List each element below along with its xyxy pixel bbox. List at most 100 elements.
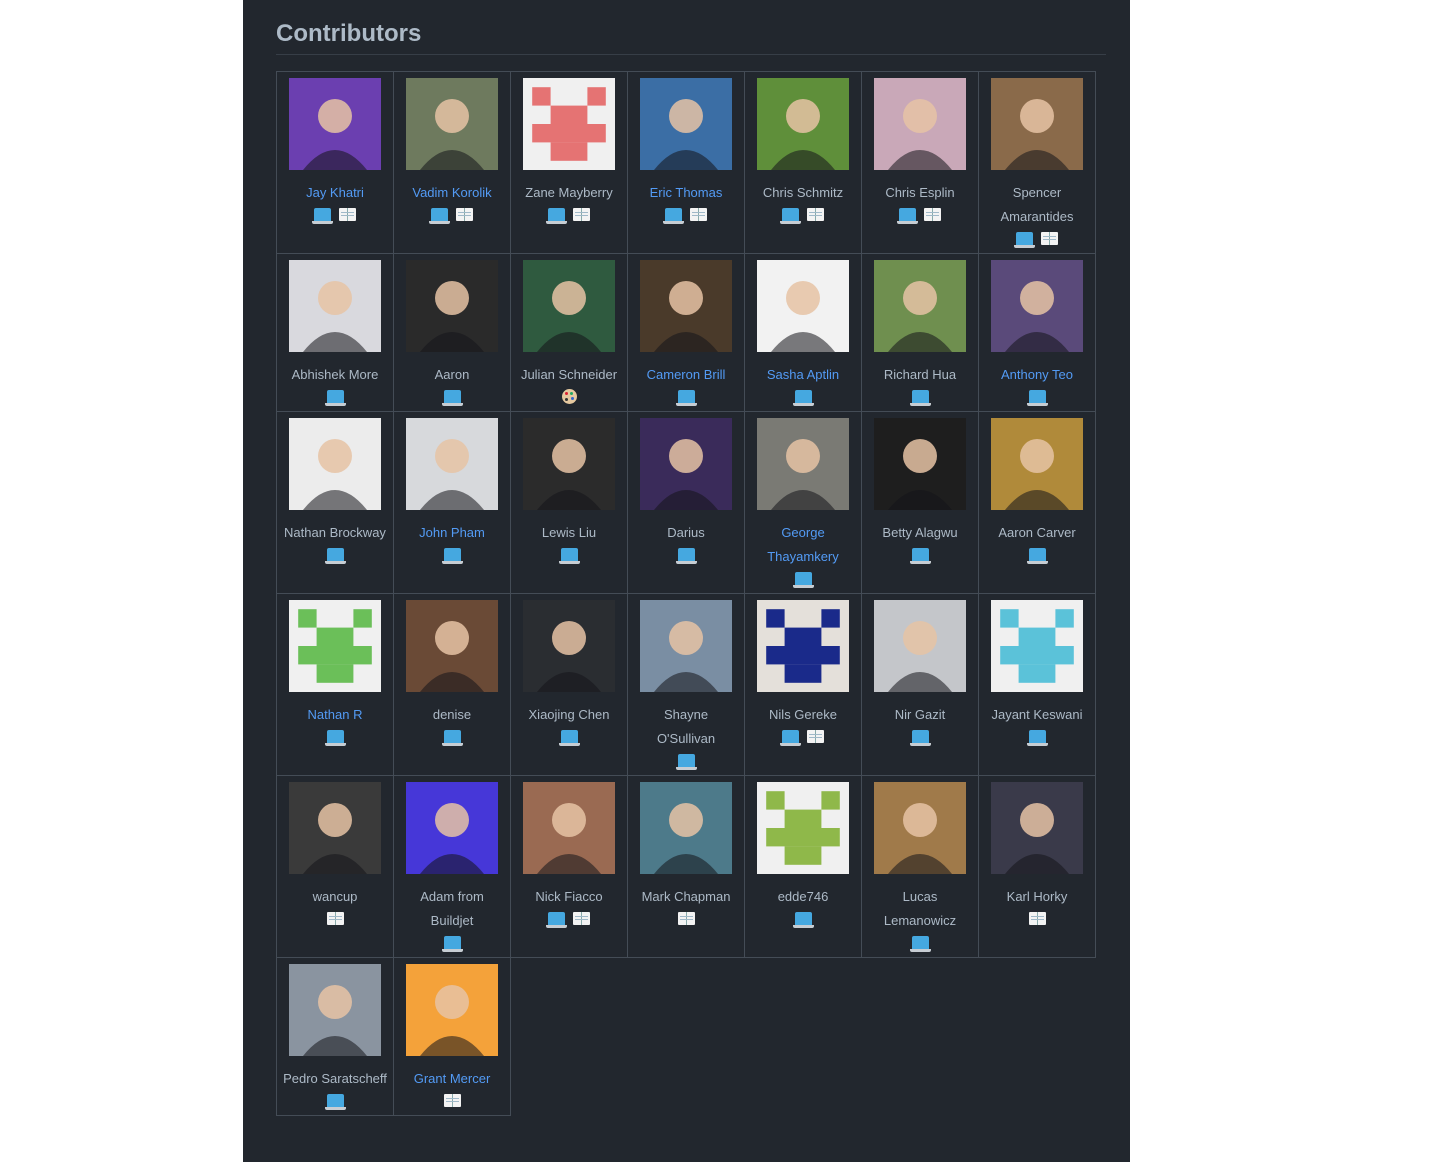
- avatar[interactable]: [757, 782, 849, 874]
- laptop-icon[interactable]: [780, 208, 801, 225]
- book-icon[interactable]: [807, 730, 824, 744]
- contribution-types: [979, 727, 1095, 747]
- contribution-types: [511, 909, 627, 929]
- laptop-icon[interactable]: [1026, 548, 1048, 565]
- avatar[interactable]: [406, 782, 498, 874]
- avatar[interactable]: [757, 260, 849, 352]
- book-icon[interactable]: [1041, 232, 1058, 246]
- contributor-name-link[interactable]: Sasha Aptlin: [745, 363, 861, 387]
- laptop-icon[interactable]: [663, 208, 684, 225]
- avatar[interactable]: [991, 260, 1083, 352]
- book-icon[interactable]: [677, 912, 695, 926]
- laptop-icon[interactable]: [792, 912, 814, 929]
- contribution-types: [394, 387, 510, 407]
- laptop-icon[interactable]: [546, 912, 567, 929]
- laptop-icon[interactable]: [429, 208, 450, 225]
- laptop-icon[interactable]: [312, 208, 333, 225]
- contributor-name-link[interactable]: Jay Khatri: [277, 181, 393, 205]
- avatar[interactable]: [874, 78, 966, 170]
- laptop-icon[interactable]: [792, 572, 814, 589]
- contributor-name-link[interactable]: Grant Mercer: [394, 1067, 510, 1091]
- avatar[interactable]: [289, 418, 381, 510]
- book-icon[interactable]: [690, 208, 707, 222]
- avatar[interactable]: [406, 78, 498, 170]
- avatar[interactable]: [289, 78, 381, 170]
- avatar[interactable]: [523, 418, 615, 510]
- book-icon[interactable]: [573, 912, 590, 926]
- avatar[interactable]: [523, 600, 615, 692]
- contributor-name-link[interactable]: Cameron Brill: [628, 363, 744, 387]
- avatar[interactable]: [640, 260, 732, 352]
- laptop-icon[interactable]: [675, 548, 697, 565]
- laptop-icon[interactable]: [909, 390, 931, 407]
- avatar[interactable]: [640, 78, 732, 170]
- avatar[interactable]: [406, 964, 498, 1056]
- contributor-name-link[interactable]: Nathan R: [277, 703, 393, 727]
- laptop-icon[interactable]: [792, 390, 814, 407]
- laptop-icon[interactable]: [324, 730, 346, 747]
- avatar[interactable]: [757, 600, 849, 692]
- laptop-icon[interactable]: [897, 208, 918, 225]
- book-icon[interactable]: [573, 208, 590, 222]
- avatar[interactable]: [991, 782, 1083, 874]
- avatar[interactable]: [289, 600, 381, 692]
- avatar[interactable]: [640, 600, 732, 692]
- laptop-icon[interactable]: [324, 548, 346, 565]
- avatar[interactable]: [991, 600, 1083, 692]
- laptop-icon[interactable]: [675, 754, 697, 771]
- avatar[interactable]: [874, 782, 966, 874]
- avatar[interactable]: [289, 260, 381, 352]
- avatar[interactable]: [874, 600, 966, 692]
- contributor-cell: Nick Fiacco: [510, 775, 628, 958]
- avatar[interactable]: [757, 418, 849, 510]
- avatar[interactable]: [640, 782, 732, 874]
- book-icon[interactable]: [456, 208, 473, 222]
- avatar[interactable]: [523, 782, 615, 874]
- palette-icon[interactable]: [561, 389, 577, 405]
- laptop-icon[interactable]: [441, 548, 463, 565]
- laptop-icon[interactable]: [441, 390, 463, 407]
- laptop-icon[interactable]: [1026, 390, 1048, 407]
- laptop-icon[interactable]: [558, 548, 580, 565]
- contributor-name-link[interactable]: Eric Thomas: [628, 181, 744, 205]
- book-icon[interactable]: [924, 208, 941, 222]
- contributor-name-link[interactable]: John Pham: [394, 521, 510, 545]
- laptop-icon[interactable]: [558, 730, 580, 747]
- contributor-name-link[interactable]: George Thayamkery: [745, 521, 861, 569]
- avatar[interactable]: [406, 260, 498, 352]
- book-icon[interactable]: [1028, 912, 1046, 926]
- laptop-icon[interactable]: [909, 936, 931, 953]
- laptop-icon[interactable]: [909, 548, 931, 565]
- contributor-cell: Lewis Liu: [510, 411, 628, 594]
- avatar[interactable]: [289, 964, 381, 1056]
- laptop-icon[interactable]: [324, 1094, 346, 1111]
- avatar[interactable]: [991, 78, 1083, 170]
- contributor-name-link[interactable]: Anthony Teo: [979, 363, 1095, 387]
- laptop-icon[interactable]: [441, 730, 463, 747]
- avatar[interactable]: [991, 418, 1083, 510]
- contributor-name-link[interactable]: Vadim Korolik: [394, 181, 510, 205]
- avatar[interactable]: [874, 260, 966, 352]
- laptop-icon[interactable]: [441, 936, 463, 953]
- contributor-cell: Cameron Brill: [627, 253, 745, 412]
- laptop-icon[interactable]: [780, 730, 801, 747]
- avatar[interactable]: [406, 600, 498, 692]
- laptop-icon[interactable]: [675, 390, 697, 407]
- avatar[interactable]: [523, 260, 615, 352]
- avatar[interactable]: [406, 418, 498, 510]
- laptop-icon[interactable]: [546, 208, 567, 225]
- book-icon[interactable]: [807, 208, 824, 222]
- book-icon[interactable]: [339, 208, 356, 222]
- avatar[interactable]: [874, 418, 966, 510]
- laptop-icon[interactable]: [324, 390, 346, 407]
- book-icon[interactable]: [443, 1094, 461, 1108]
- book-icon[interactable]: [326, 912, 344, 926]
- avatar[interactable]: [757, 78, 849, 170]
- laptop-icon[interactable]: [1014, 232, 1035, 249]
- laptop-icon[interactable]: [1026, 730, 1048, 747]
- contributor-cell: Zane Mayberry: [510, 71, 628, 254]
- avatar[interactable]: [523, 78, 615, 170]
- avatar[interactable]: [289, 782, 381, 874]
- avatar[interactable]: [640, 418, 732, 510]
- laptop-icon[interactable]: [909, 730, 931, 747]
